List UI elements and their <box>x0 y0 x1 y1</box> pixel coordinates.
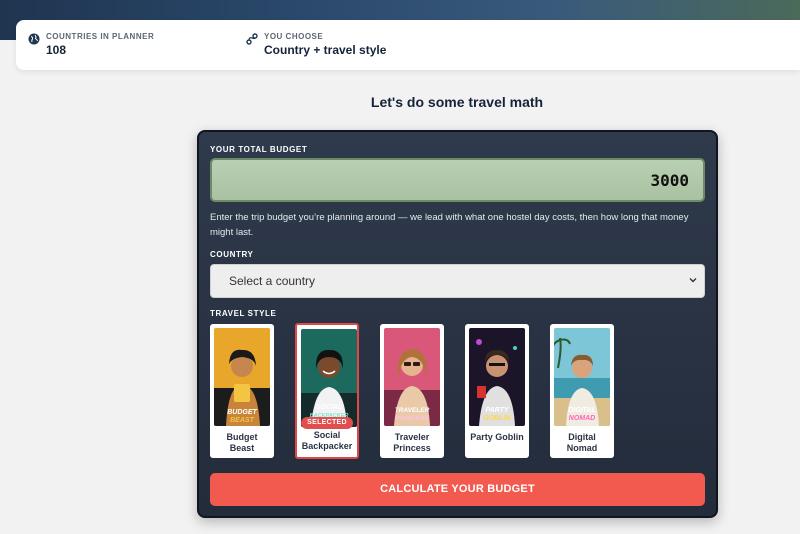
traveler-princess-poster-line2: PRINCESS <box>395 415 429 422</box>
traveler-princess-name-line2: Princess <box>393 443 431 453</box>
social-backpacker-name-line2: Backpacker <box>301 441 353 451</box>
country-label: COUNTRY <box>210 250 254 259</box>
budget-beast-poster-line2: BEAST <box>230 417 254 424</box>
choose-stat: YOU CHOOSE Country + travel style <box>246 32 386 57</box>
party-goblin-name-line1: Party Goblin <box>470 432 524 442</box>
budget-label: YOUR TOTAL BUDGET <box>210 145 308 154</box>
social-backpacker-image: SOCIAL BACKPACKER <box>301 329 357 427</box>
digital-nomad-poster-line2: NOMAD <box>569 415 595 422</box>
style-card-traveler-princess[interactable]: TRAVELER PRINCESS Traveler Princess <box>380 324 444 458</box>
chevron-down-icon <box>689 278 697 283</box>
choose-stat-value: Country + travel style <box>264 43 387 57</box>
budget-beast-image: BUDGET BEAST <box>214 328 270 426</box>
route-icon <box>246 33 258 45</box>
digital-nomad-poster-line1: DIGITAL <box>568 407 595 414</box>
countries-stat-label: COUNTRIES IN PLANNER <box>46 32 155 41</box>
party-goblin-poster-line2: GOBLIN <box>483 415 511 422</box>
countries-stat-value: 108 <box>46 43 67 57</box>
budget-beast-name-line1: Budget <box>226 432 258 442</box>
budget-beast-poster-line1: BUDGET <box>227 409 257 416</box>
party-goblin-image: PARTY GOBLIN <box>469 328 525 426</box>
traveler-princess-poster-line1: TRAVELER <box>395 407 430 414</box>
budget-beast-name-line2: Beast <box>229 443 255 453</box>
budget-input[interactable]: 3000 <box>210 158 705 202</box>
style-card-digital-nomad[interactable]: DIGITAL NOMAD Digital Nomad <box>550 324 614 458</box>
style-card-budget-beast[interactable]: BUDGET BEAST Budget Beast <box>210 324 274 458</box>
style-card-party-goblin[interactable]: PARTY GOBLIN Party Goblin <box>465 324 529 458</box>
party-goblin-poster-line1: PARTY <box>485 407 509 414</box>
digital-nomad-name-line1: Digital <box>568 432 596 442</box>
social-backpacker-poster-line1: SOCIAL <box>316 404 342 411</box>
country-select[interactable]: Select a country <box>210 264 705 298</box>
country-select-value: Select a country <box>229 274 316 288</box>
digital-nomad-image: DIGITAL NOMAD <box>554 328 610 426</box>
digital-nomad-name-line2: Nomad <box>566 443 598 453</box>
planner-info-card: COUNTRIES IN PLANNER 108 YOU CHOOSE Coun… <box>16 20 800 70</box>
calculate-budget-button[interactable]: CALCULATE YOUR BUDGET <box>210 473 705 506</box>
travel-style-label: TRAVEL STYLE <box>210 309 277 318</box>
globe-icon <box>28 33 40 45</box>
traveler-princess-name-line1: Traveler <box>394 432 430 442</box>
traveler-princess-image: TRAVELER PRINCESS <box>384 328 440 426</box>
budget-help-text: Enter the trip budget you’re planning ar… <box>210 212 689 238</box>
style-card-social-backpacker[interactable]: SOCIAL BACKPACKER SELECTED Social Backpa… <box>295 323 359 459</box>
choose-stat-label: YOU CHOOSE <box>264 32 324 41</box>
social-backpacker-name-line1: Social <box>313 430 341 440</box>
budget-calculator-panel: YOUR TOTAL BUDGET 3000 Enter the trip bu… <box>197 130 718 518</box>
section-title: Let's do some travel math <box>370 94 544 110</box>
countries-stat: COUNTRIES IN PLANNER 108 <box>28 32 154 57</box>
selected-badge: SELECTED <box>301 417 353 429</box>
